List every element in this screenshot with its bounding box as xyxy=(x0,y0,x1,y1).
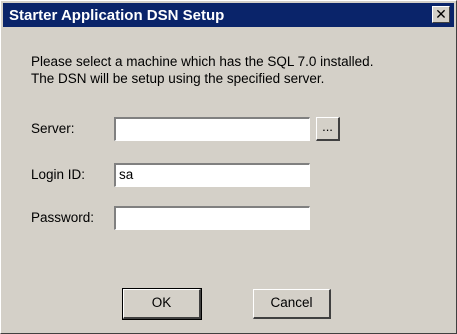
instructions-line-2: The DSN will be setup using the specifie… xyxy=(31,71,325,86)
browse-server-button[interactable]: ... xyxy=(316,117,340,141)
password-label: Password: xyxy=(31,210,95,225)
close-button[interactable]: ✕ xyxy=(432,6,450,23)
cancel-button[interactable]: Cancel xyxy=(253,289,331,319)
login-id-label: Login ID: xyxy=(31,167,86,182)
server-label: Server: xyxy=(31,121,75,136)
instructions-text: Please select a machine which has the SQ… xyxy=(31,53,373,87)
title-bar[interactable]: Starter Application DSN Setup ✕ xyxy=(3,3,454,27)
server-input[interactable] xyxy=(114,117,310,141)
dsn-setup-dialog: Starter Application DSN Setup ✕ Please s… xyxy=(0,0,457,334)
password-input[interactable] xyxy=(114,206,310,230)
window-title: Starter Application DSN Setup xyxy=(9,7,225,24)
ok-button[interactable]: OK xyxy=(122,288,202,320)
close-icon: ✕ xyxy=(435,6,447,22)
login-id-input[interactable]: sa xyxy=(114,163,310,187)
instructions-line-1: Please select a machine which has the SQ… xyxy=(31,54,374,69)
